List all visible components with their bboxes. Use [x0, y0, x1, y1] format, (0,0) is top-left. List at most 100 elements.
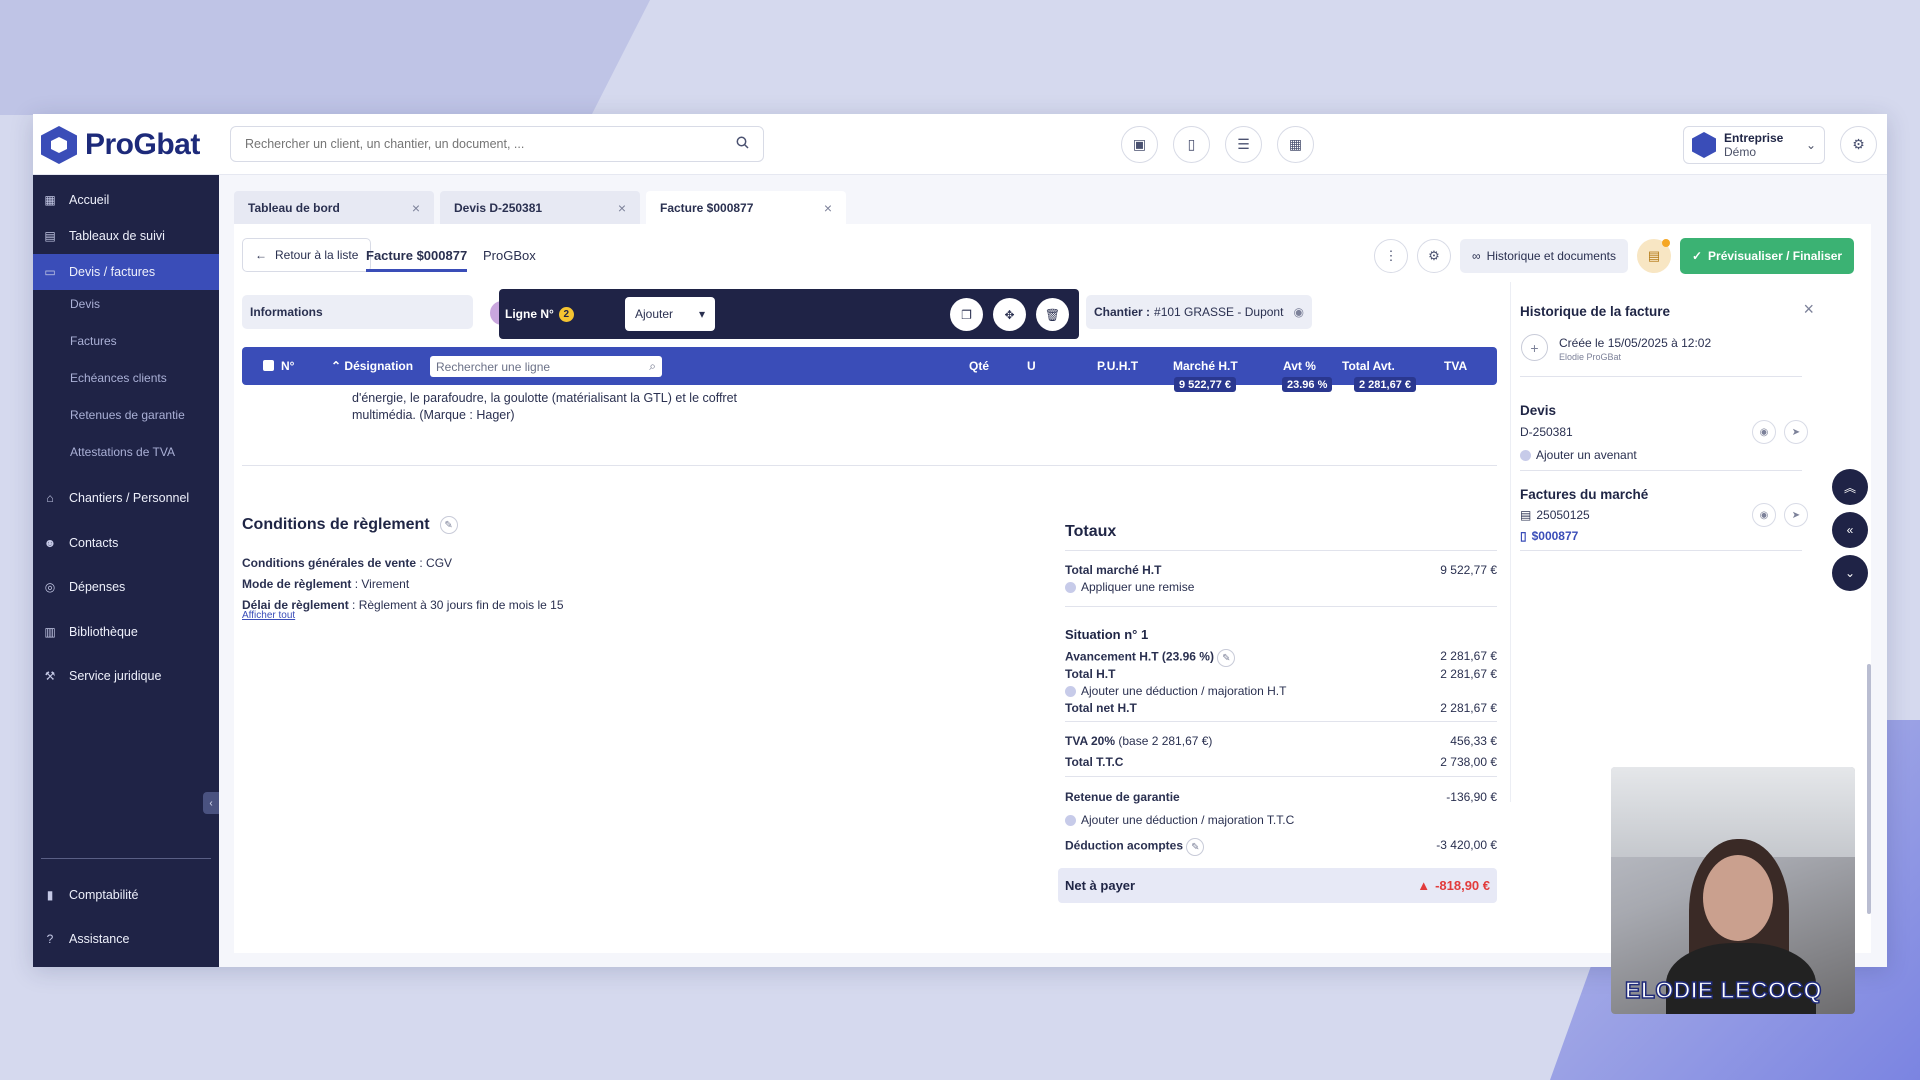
sidebar-item-depenses[interactable]: ◎ Dépenses: [33, 569, 219, 605]
sidebar-item-tableaux[interactable]: ▤ Tableaux de suivi: [33, 218, 219, 254]
send-icon[interactable]: ➤: [1784, 503, 1808, 527]
pencil-icon[interactable]: ✎: [1217, 649, 1236, 667]
link-icon: ∞: [1472, 249, 1481, 263]
line-description: d'énergie, le parafoudre, la goulotte (m…: [352, 391, 738, 422]
subtab-facture[interactable]: Facture $000877: [366, 248, 468, 272]
total-ht-value: 2 281,67 €: [1440, 667, 1497, 681]
global-search[interactable]: [230, 126, 764, 162]
company-logo-icon: [1692, 132, 1716, 158]
company-sub: Démo: [1724, 145, 1757, 159]
ligne-number-badge: 2: [558, 306, 574, 322]
eye-icon[interactable]: ◉: [1752, 420, 1776, 444]
presenter-name: ELODIE LECOCQ: [1624, 976, 1822, 1004]
plus-icon[interactable]: +: [1521, 334, 1548, 361]
search-icon[interactable]: [736, 136, 749, 152]
sidebar-item-accueil[interactable]: ▦ Accueil: [33, 182, 219, 218]
sidebar-item-comptabilite[interactable]: ▮ Comptabilité: [33, 877, 219, 913]
eye-icon[interactable]: ◉: [1752, 503, 1776, 527]
collapse-sidebar-icon[interactable]: ‹: [203, 792, 219, 814]
apply-discount-link[interactable]: Appliquer une remise: [1065, 580, 1194, 594]
company-selector[interactable]: Entreprise Démo ⌄: [1683, 126, 1825, 164]
subtab-progbox[interactable]: ProGBox: [483, 248, 536, 263]
settings-link-icon[interactable]: ⚙: [1840, 126, 1877, 163]
add-avenant-link[interactable]: Ajouter un avenant: [1520, 448, 1637, 462]
close-icon[interactable]: ×: [618, 200, 626, 216]
facture-item[interactable]: ▤ 25050125: [1520, 508, 1590, 522]
search-input[interactable]: [245, 137, 705, 151]
line-search-input[interactable]: Rechercher une ligne: [436, 360, 550, 374]
tab-devis[interactable]: Devis D-250381 ×: [440, 191, 640, 224]
camera-icon[interactable]: ▣: [1121, 126, 1158, 163]
plus-circle-icon: [1065, 581, 1076, 593]
move-icon[interactable]: ✥: [993, 298, 1026, 331]
trash-icon[interactable]: 🗑: [1036, 298, 1069, 331]
calendar-icon[interactable]: ▦: [1277, 126, 1314, 163]
sidebar-item-label: Devis / factures: [69, 265, 156, 279]
company-name: Entreprise: [1724, 131, 1784, 145]
checklist-icon[interactable]: ☰: [1225, 126, 1262, 163]
line-search[interactable]: Rechercher une ligne ⌕: [430, 356, 662, 377]
sum-total-avt: 2 281,67 €: [1354, 377, 1416, 392]
scroll-top-icon[interactable]: ︽: [1832, 469, 1868, 505]
copy-icon[interactable]: ❐: [950, 298, 983, 331]
logo[interactable]: ProGbat: [41, 126, 200, 164]
scrollbar[interactable]: [1867, 664, 1871, 914]
eye-icon[interactable]: ◉: [1294, 305, 1304, 319]
sidebar-subitem-factures[interactable]: Factures: [70, 334, 117, 348]
chantier-pill[interactable]: Chantier : #101 GRASSE - Dupont ◉: [1086, 295, 1312, 329]
chevron-down-icon[interactable]: ⌄: [1832, 555, 1868, 591]
sidebar-item-label: Chantiers / Personnel: [69, 491, 190, 505]
close-icon[interactable]: ×: [824, 200, 832, 216]
sidebar-item-juridique[interactable]: ⚒ Service juridique: [33, 658, 219, 694]
warning-icon: ▲: [1417, 878, 1431, 893]
ajouter-dropdown[interactable]: Ajouter ▾: [625, 297, 715, 331]
history-documents-button[interactable]: ∞ Historique et documents: [1460, 239, 1628, 273]
show-all-link[interactable]: Afficher tout: [242, 610, 295, 621]
tab-label: Devis D-250381: [454, 200, 543, 215]
pencil-icon[interactable]: ✎: [1186, 838, 1205, 856]
facture-item-current[interactable]: ▯ $000877: [1520, 529, 1578, 543]
preview-finalize-button[interactable]: ✓ Prévisualiser / Finaliser: [1679, 238, 1855, 274]
sidebar-subitem-echeances[interactable]: Echéances clients: [70, 371, 167, 385]
sidebar-subitem-devis[interactable]: Devis: [70, 297, 100, 311]
total-marche-label: Total marché H.T: [1065, 563, 1162, 577]
notes-icon[interactable]: ▤: [1636, 239, 1671, 273]
app-window: ProGbat ▣ ▯ ☰ ▦ Entreprise Démo ⌄ ⚙ ▦: [33, 114, 1887, 967]
facture-ref: 25050125: [1536, 508, 1590, 522]
gear-icon[interactable]: ⚙: [1417, 239, 1451, 273]
col-designation[interactable]: ⌃ Désignation: [331, 359, 413, 373]
clipboard-icon[interactable]: ▯: [1173, 126, 1210, 163]
tab-tableau-de-bord[interactable]: Tableau de bord ×: [234, 191, 434, 224]
check-icon: ✓: [1691, 249, 1703, 263]
pencil-icon[interactable]: ✎: [439, 516, 458, 534]
select-all-checkbox[interactable]: [263, 360, 274, 371]
more-options-icon[interactable]: ⋮: [1374, 239, 1408, 273]
sidebar-item-devis-factures[interactable]: ▭ Devis / factures: [33, 254, 219, 290]
conditions-title-text: Conditions de règlement: [242, 516, 430, 533]
sidebar-item-bibliotheque[interactable]: ▥ Bibliothèque: [33, 614, 219, 650]
add-deduction-ht-link[interactable]: Ajouter une déduction / majoration H.T: [1065, 684, 1286, 698]
logo-icon: [41, 126, 77, 164]
collapse-panel-icon[interactable]: «: [1832, 512, 1868, 548]
sidebar-item-contacts[interactable]: ☻ Contacts: [33, 525, 219, 561]
informations-tab[interactable]: Informations: [242, 295, 473, 329]
sidebar-item-chantiers[interactable]: ⌂ Chantiers / Personnel: [33, 480, 219, 516]
back-to-list-button[interactable]: ← Retour à la liste: [242, 238, 372, 272]
ttc-label: Total T.T.C: [1065, 755, 1124, 769]
send-icon[interactable]: ➤: [1784, 420, 1808, 444]
plus-circle-icon: [1065, 685, 1076, 697]
retenue-value: -136,90 €: [1446, 790, 1497, 804]
tab-facture[interactable]: Facture $000877 ×: [646, 191, 846, 224]
sidebar-item-assistance[interactable]: ? Assistance: [33, 921, 219, 957]
add-deduction-ttc-link[interactable]: Ajouter une déduction / majoration T.T.C: [1065, 813, 1294, 827]
col-unit: U: [1027, 359, 1036, 373]
close-icon[interactable]: ×: [412, 200, 420, 216]
total-ht-label: Total H.T: [1065, 667, 1116, 681]
close-icon[interactable]: ×: [1803, 299, 1814, 320]
sidebar-subitem-retenues[interactable]: Retenues de garantie: [70, 408, 185, 422]
col-num: N°: [281, 359, 295, 373]
sum-marche: 9 522,77 €: [1174, 377, 1236, 392]
sidebar-subitem-attestations[interactable]: Attestations de TVA: [70, 445, 175, 459]
chantier-label: Chantier :: [1094, 305, 1151, 319]
sidebar-divider: [41, 858, 211, 859]
